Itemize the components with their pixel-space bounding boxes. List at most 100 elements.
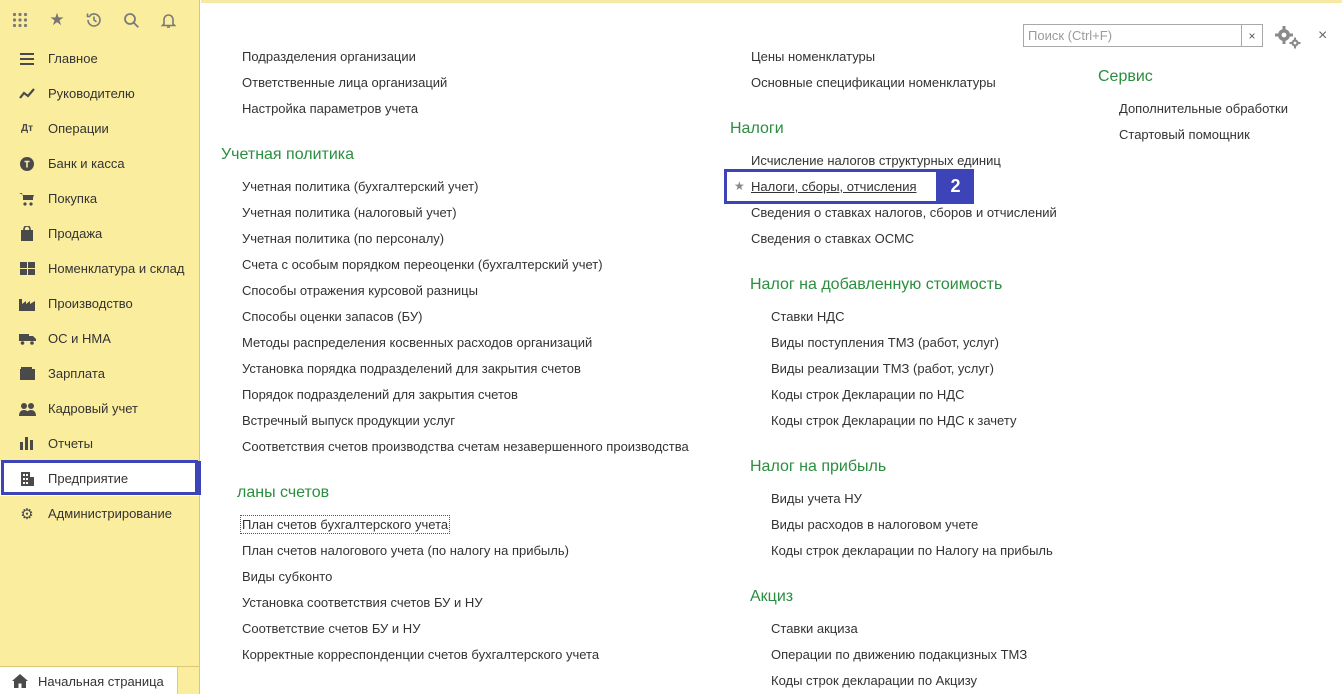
section-title-accounting-policy: Учетная политика xyxy=(221,146,355,163)
section-content: Подразделения организации Ответственные … xyxy=(201,0,1342,694)
link-item[interactable]: Основные спецификации номенклатуры xyxy=(751,75,996,90)
link-item[interactable]: Операции по движению подакцизных ТМЗ xyxy=(771,647,1027,662)
truck-icon xyxy=(17,331,37,347)
sidebar-item-label: Зарплата xyxy=(48,366,105,381)
link-item[interactable]: Порядок подразделений для закрытия счето… xyxy=(242,387,518,402)
cart-icon xyxy=(17,191,37,207)
coin-icon xyxy=(17,156,37,172)
link-item[interactable]: Настройка параметров учета xyxy=(242,101,418,116)
sidebar-item-production[interactable]: Производство xyxy=(0,286,199,321)
link-item[interactable]: Виды реализации ТМЗ (работ, услуг) xyxy=(771,361,994,376)
annotation-badge-2: 2 xyxy=(937,169,974,204)
search-input[interactable] xyxy=(1024,25,1220,46)
section-title-excise: Акциз xyxy=(750,588,794,605)
sidebar-item-reports[interactable]: Отчеты xyxy=(0,426,199,461)
home-page-label: Начальная страница xyxy=(38,673,164,689)
link-item[interactable]: Соответствия счетов производства счетам … xyxy=(242,439,689,454)
wallet-icon xyxy=(17,366,37,382)
sidebar-item-label: ОС и НМА xyxy=(48,331,111,346)
apps-grid-icon[interactable] xyxy=(10,10,30,30)
sections-sidebar: Главное Руководителю Дт Операции Банк и … xyxy=(0,40,200,666)
sidebar-item-label: Отчеты xyxy=(48,436,93,451)
link-item[interactable]: Способы отражения курсовой разницы xyxy=(242,283,478,298)
home-page-tab[interactable]: Начальная страница xyxy=(0,667,178,694)
sidebar-item-label: Операции xyxy=(48,121,109,136)
link-item[interactable]: Установка порядка подразделений для закр… xyxy=(242,361,581,376)
highlight-box-enterprise xyxy=(1,460,198,495)
sidebar-item-label: Кадровый учет xyxy=(48,401,138,416)
link-item[interactable]: Цены номенклатуры xyxy=(751,49,875,64)
link-item[interactable]: Методы распределения косвенных расходов … xyxy=(242,335,592,350)
link-item[interactable]: Коды строк декларации по Акцизу xyxy=(771,673,977,688)
sidebar-item-operations[interactable]: Дт Операции xyxy=(0,111,199,146)
sidebar-item-hr[interactable]: Кадровый учет xyxy=(0,391,199,426)
link-item[interactable]: Исчисление налогов структурных единиц xyxy=(751,153,1001,168)
link-item[interactable]: Дополнительные обработки xyxy=(1119,101,1288,116)
notifications-bell-icon[interactable] xyxy=(158,10,178,30)
bar-chart-icon xyxy=(17,436,37,452)
highlight-box-taxes-fees xyxy=(724,169,939,204)
sidebar-item-warehouse[interactable]: Номенклатура и склад xyxy=(0,251,199,286)
link-item[interactable]: Соответствие счетов БУ и НУ xyxy=(242,621,420,636)
sidebar-item-label: Руководителю xyxy=(48,86,135,101)
sidebar-item-label: Банк и касса xyxy=(48,156,125,171)
sidebar-item-salary[interactable]: Зарплата xyxy=(0,356,199,391)
search-icon[interactable] xyxy=(121,10,141,30)
section-title-vat: Налог на добавленную стоимость xyxy=(750,276,1003,293)
sidebar-item-main[interactable]: Главное xyxy=(0,41,199,76)
open-windows-bar: Начальная страница xyxy=(0,666,200,694)
link-item-focused[interactable]: План счетов бухгалтерского учета xyxy=(239,515,451,534)
link-item[interactable]: Счета с особым порядком переоценки (бухг… xyxy=(242,257,603,272)
section-title-charts-of-accounts: ланы счетов xyxy=(237,484,330,501)
sidebar-item-label: Номенклатура и склад xyxy=(48,261,185,276)
search-box xyxy=(1023,24,1242,47)
link-item[interactable]: Подразделения организации xyxy=(242,49,416,64)
sidebar-item-label: Покупка xyxy=(48,191,98,206)
close-window-button[interactable]: × xyxy=(1318,27,1327,45)
link-item[interactable]: Коды строк Декларации по НДС xyxy=(771,387,964,402)
link-item[interactable]: Установка соответствия счетов БУ и НУ xyxy=(242,595,483,610)
link-item[interactable]: План счетов налогового учета (по налогу … xyxy=(242,543,569,558)
settings-gear-icon[interactable] xyxy=(1274,25,1302,49)
link-item[interactable]: Сведения о ставках налогов, сборов и отч… xyxy=(751,205,1057,220)
link-item[interactable]: Виды расходов в налоговом учете xyxy=(771,517,978,532)
sidebar-item-manager[interactable]: Руководителю xyxy=(0,76,199,111)
sidebar-item-label: Производство xyxy=(48,296,133,311)
factory-icon xyxy=(17,296,37,312)
link-item[interactable]: Корректные корреспонденции счетов бухгал… xyxy=(242,647,599,662)
history-icon[interactable] xyxy=(84,10,104,30)
sidebar-item-bank[interactable]: Банк и касса xyxy=(0,146,199,181)
link-item[interactable]: Сведения о ставках ОСМС xyxy=(751,231,914,246)
link-item[interactable]: Учетная политика (по персоналу) xyxy=(242,231,444,246)
home-icon xyxy=(12,674,28,688)
link-item[interactable]: Коды строк Декларации по НДС к зачету xyxy=(771,413,1016,428)
link-item[interactable]: Учетная политика (бухгалтерский учет) xyxy=(242,179,478,194)
link-item[interactable]: Учетная политика (налоговый учет) xyxy=(242,205,457,220)
favorites-star-icon[interactable]: ★ xyxy=(47,10,67,30)
people-icon xyxy=(17,401,37,417)
section-title-profit-tax: Налог на прибыль xyxy=(750,458,887,475)
link-item[interactable]: Встречный выпуск продукции услуг xyxy=(242,413,455,428)
link-item[interactable]: Виды поступления ТМЗ (работ, услуг) xyxy=(771,335,999,350)
bag-icon xyxy=(17,226,37,242)
sidebar-item-purchase[interactable]: Покупка xyxy=(0,181,199,216)
search-clear-button[interactable]: × xyxy=(1242,24,1263,47)
dt-kt-icon: Дт xyxy=(20,123,34,134)
link-item[interactable]: Коды строк декларации по Налогу на прибы… xyxy=(771,543,1053,558)
menu-lines-icon xyxy=(17,51,37,67)
sidebar-item-fixed-assets[interactable]: ОС и НМА xyxy=(0,321,199,356)
link-item[interactable]: Виды субконто xyxy=(242,569,332,584)
warehouse-icon xyxy=(17,261,37,277)
trend-icon xyxy=(17,86,37,102)
section-title-service: Сервис xyxy=(1098,68,1153,85)
link-item[interactable]: Способы оценки запасов (БУ) xyxy=(242,309,422,324)
link-item[interactable]: Ставки акциза xyxy=(771,621,858,636)
link-item[interactable]: Виды учета НУ xyxy=(771,491,862,506)
link-item[interactable]: Стартовый помощник xyxy=(1119,127,1250,142)
sidebar-item-label: Главное xyxy=(48,51,98,66)
link-item[interactable]: Ставки НДС xyxy=(771,309,844,324)
link-item[interactable]: Ответственные лица организаций xyxy=(242,75,447,90)
sidebar-item-sales[interactable]: Продажа xyxy=(0,216,199,251)
sidebar-item-administration[interactable]: ⚙ Администрирование xyxy=(0,496,199,531)
top-toolbar: ★ xyxy=(0,0,200,40)
